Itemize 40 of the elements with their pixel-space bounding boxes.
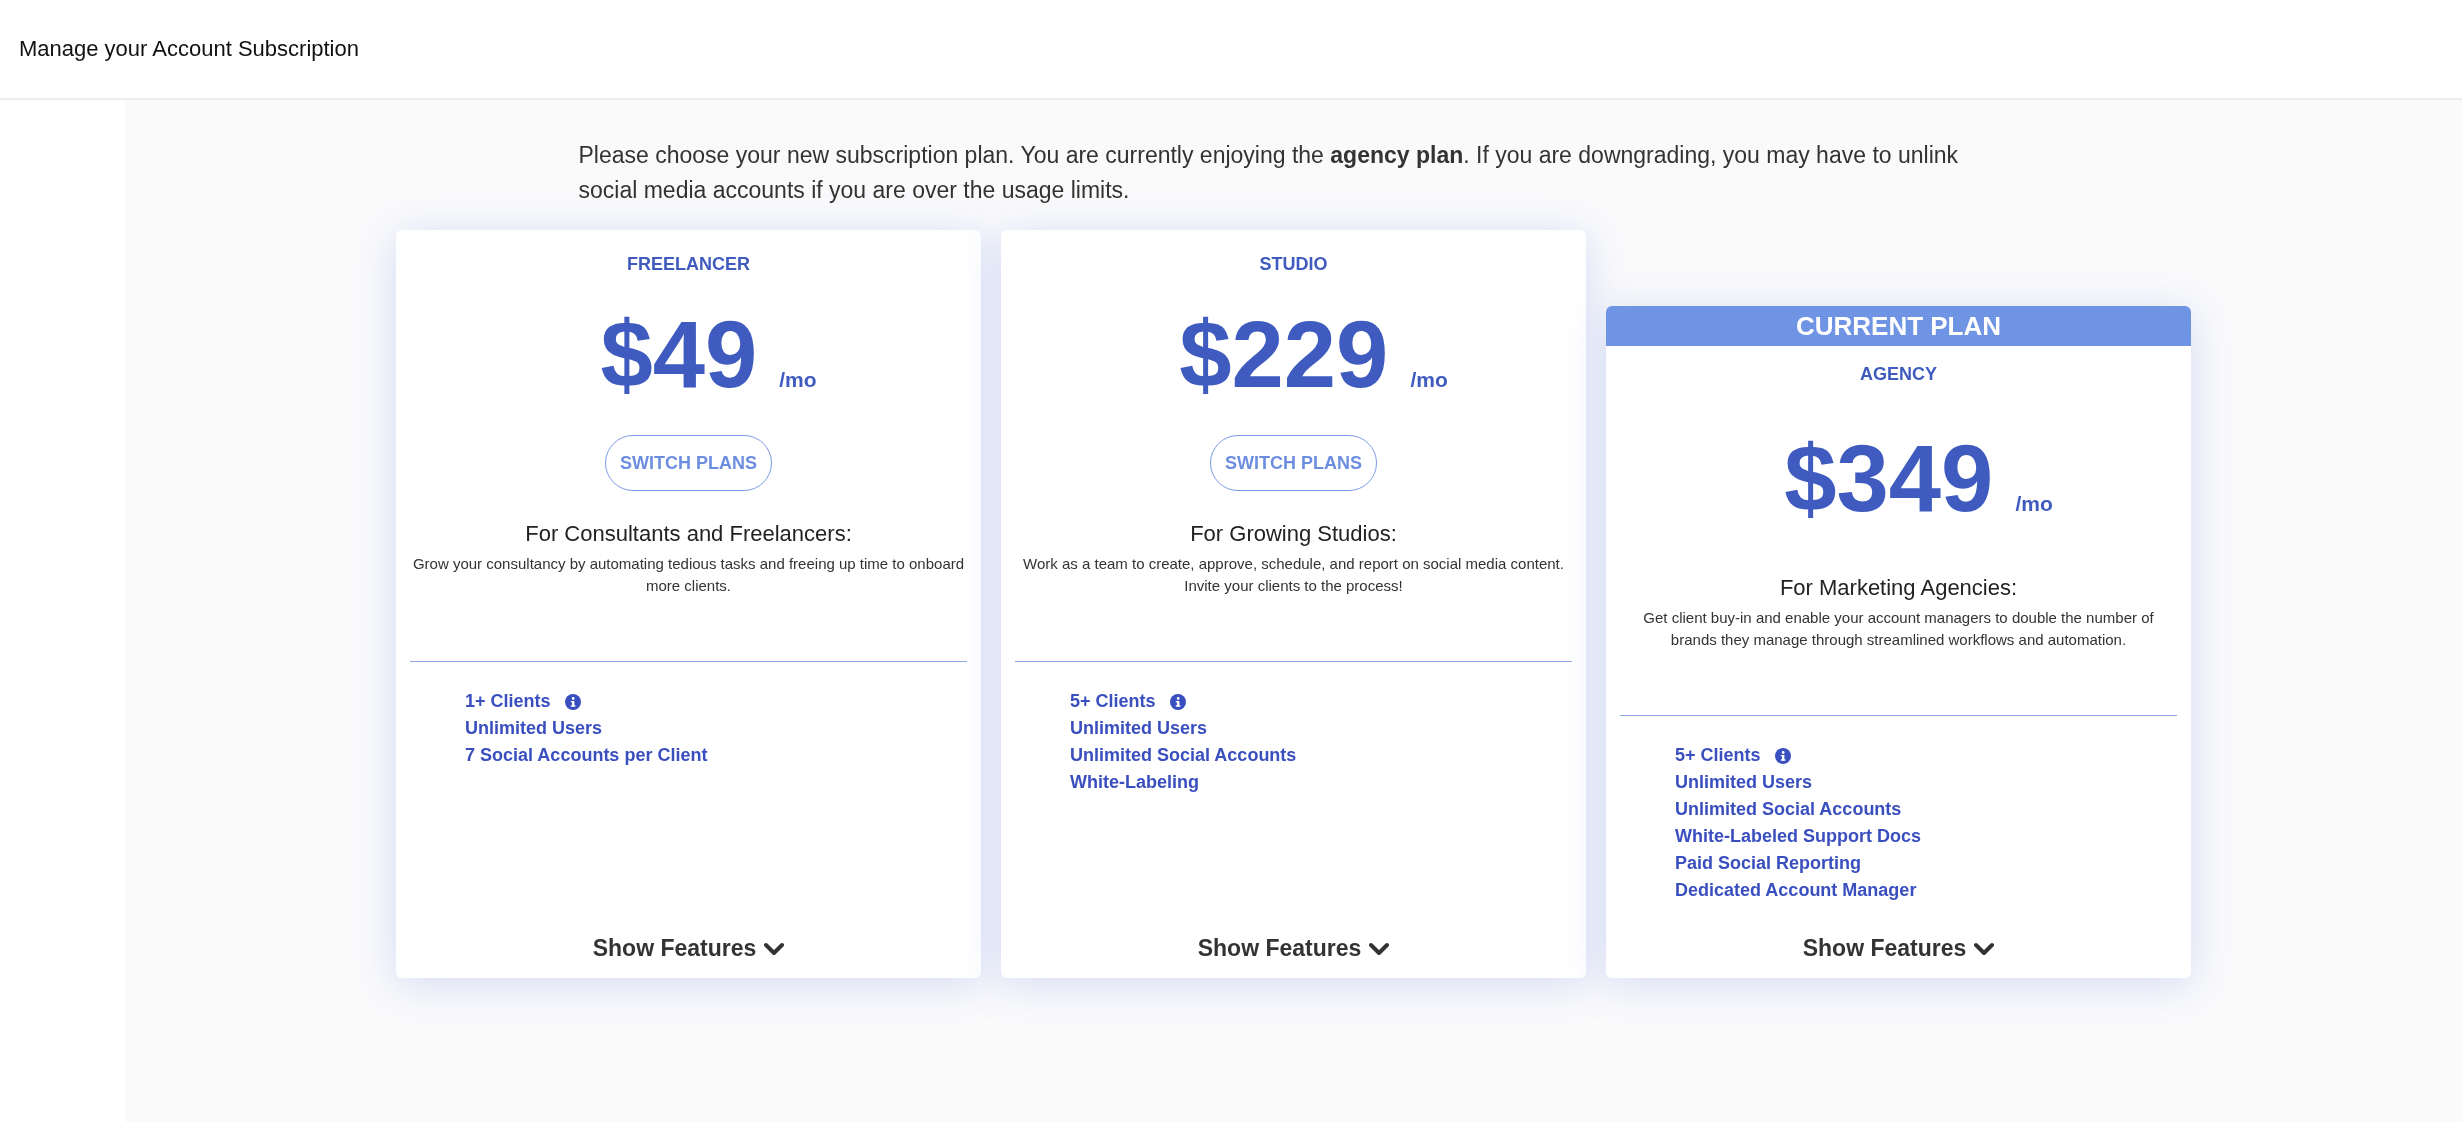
feature-item: 1+ Clients [465,691,551,712]
plan-tagline: For Growing Studios: [1190,521,1397,547]
plan-description: Grow your consultancy by automating tedious tasks and freeing up time to onboard more clients. [411,554,966,596]
plan-price: $229 [1179,301,1389,409]
chevron-down-icon [1974,941,1995,956]
intro-text: Please choose your new subscription plan. You are currently enjoying the agency plan. If you are downgrading, you may have to unlink social media accounts if you are over the usage limits. [578,141,1960,205]
feature-item: 5+ Clients [1070,691,1156,712]
feature-item: Dedicated Account Manager [1675,880,1917,901]
plan-price: $49 [600,301,758,409]
feature-item: Paid Social Reporting [1675,853,1862,874]
show-features-button[interactable]: Show Features [1802,935,1995,962]
price-period: /mo [779,368,817,392]
chevron-down-icon [1369,941,1390,956]
info-icon[interactable] [564,693,581,710]
show-features-button[interactable]: Show Features [1197,935,1390,962]
feature-item: White-Labeling [1070,772,1199,793]
feature-item: Unlimited Users [1070,718,1208,739]
plan-name: FREELANCER [627,254,750,275]
price-period: /mo [1410,368,1448,392]
price-period: /mo [2015,492,2053,516]
plan-tagline: For Consultants and Freelancers: [525,521,852,547]
plan-tagline: For Marketing Agencies: [1779,575,2018,601]
feature-item: 7 Social Accounts per Client [465,745,708,766]
plan-name: STUDIO [1259,254,1328,275]
feature-item: White-Labeled Support Docs [1675,826,1921,847]
current-plan-banner: CURRENT PLAN [1606,306,2191,346]
plan-name: AGENCY [1860,364,1937,385]
plan-description: Get client buy-in and enable your account managers to double the number of brands they manage through streamlined workflows and automation. [1642,608,2155,650]
feature-item: Unlimited Users [465,718,603,739]
feature-item: Unlimited Social Accounts [1675,799,1902,820]
chevron-down-icon [764,941,785,956]
plan-description: Work as a team to create, approve, schedule, and report on social media content. Invite your clients to the process! [1022,554,1565,596]
info-icon[interactable] [1169,693,1186,710]
plan-price: $349 [1784,425,1994,533]
show-features-button[interactable]: Show Features [592,935,785,962]
feature-item: Unlimited Users [1675,772,1813,793]
page-title: Manage your Account Subscription [19,36,359,62]
feature-item: 5+ Clients [1675,745,1761,766]
feature-item: Unlimited Social Accounts [1070,745,1297,766]
info-icon[interactable] [1774,747,1791,764]
